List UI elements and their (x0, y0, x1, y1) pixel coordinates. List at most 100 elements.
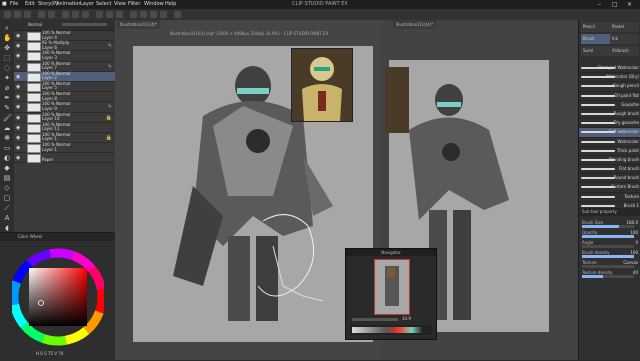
reference-image-2[interactable] (385, 67, 409, 133)
property-row[interactable]: Brush density 100 (579, 250, 640, 260)
eye-icon[interactable]: ◉ (16, 155, 20, 161)
zoom-icon[interactable]: ⌕ (3, 24, 11, 32)
property-row[interactable]: Texture density 40 (579, 270, 640, 280)
transform-icon[interactable] (82, 11, 89, 18)
menu-filter[interactable]: Filter (128, 1, 140, 7)
property-slider[interactable] (582, 265, 634, 268)
deselect-icon[interactable] (96, 11, 103, 18)
eye-icon[interactable]: ◉ (16, 94, 20, 100)
select-icon[interactable]: ⬚ (3, 54, 11, 62)
eye-icon[interactable]: ◉ (16, 145, 20, 151)
eye-icon[interactable]: ◉ (16, 104, 20, 110)
property-slider[interactable] (582, 275, 634, 278)
menu-select[interactable]: Select (96, 1, 111, 7)
app-icon[interactable]: ■ (2, 1, 7, 7)
menu-layer[interactable]: Layer (80, 1, 94, 7)
palette-swatches[interactable] (352, 327, 422, 333)
property-row[interactable]: Brush Size 180.0 (579, 220, 640, 230)
brush-item[interactable]: Oil paint flat (579, 92, 640, 101)
fill-bucket-icon[interactable]: ◆ (3, 164, 11, 172)
blend-icon[interactable]: ◐ (3, 154, 11, 162)
brush-item[interactable]: Rough pencil (579, 82, 640, 92)
fill-icon[interactable] (72, 11, 79, 18)
figure-icon[interactable]: ◇ (3, 184, 11, 192)
blend-mode-select[interactable]: Normal (28, 22, 42, 27)
property-slider[interactable] (582, 245, 634, 248)
navigator-preview[interactable] (374, 259, 410, 315)
brush-item[interactable]: Gouache (579, 101, 640, 110)
eye-icon[interactable]: ◉ (16, 115, 20, 121)
gradient-icon[interactable]: ▤ (3, 174, 11, 182)
layer-row[interactable]: ◉ 100 % Normal Layer 1 (14, 142, 115, 154)
brush-item[interactable]: Soft watercolor (579, 128, 640, 138)
property-slider[interactable] (582, 225, 634, 228)
property-slider[interactable] (582, 255, 634, 258)
magic-wand-icon[interactable]: ✦ (3, 74, 11, 82)
eye-icon[interactable]: ◉ (16, 84, 20, 90)
eye-icon[interactable]: ◉ (16, 74, 20, 80)
eye-icon[interactable]: ◉ (16, 43, 20, 49)
document-tab-2[interactable]: Illustration2(1)(4)* (393, 20, 437, 29)
open-file-icon[interactable] (14, 11, 21, 18)
close-icon[interactable]: ✕ (627, 1, 632, 8)
brush-item[interactable]: Flat brush (579, 165, 640, 175)
brush-item[interactable]: Round brush (579, 174, 640, 184)
property-row[interactable]: Texture Canvas (579, 260, 640, 270)
menu-help[interactable]: Help (165, 1, 176, 7)
menu-view[interactable]: View (114, 1, 126, 7)
brush-icon[interactable]: 🖌 (3, 114, 12, 122)
hand-icon[interactable]: ✋ (3, 34, 12, 42)
invert-selection-icon[interactable] (106, 11, 113, 18)
eye-icon[interactable]: ◉ (16, 125, 20, 131)
eye-icon[interactable]: ◉ (16, 135, 20, 141)
color-wheel[interactable] (12, 245, 104, 349)
property-row[interactable]: Angle 0 (579, 240, 640, 250)
property-row[interactable]: Opacity 100 (579, 230, 640, 240)
snap-grid-icon[interactable] (150, 11, 157, 18)
sub-tool-tab[interactable]: Pencil (581, 22, 610, 32)
sub-tool-tab[interactable]: Sumi (581, 46, 610, 56)
menu-edit[interactable]: Edit (25, 1, 35, 7)
brush-item[interactable]: Texture (579, 193, 640, 202)
ruler-icon[interactable]: ⟋ (3, 204, 11, 212)
menu-animation[interactable]: Animation (56, 1, 82, 7)
sub-tool-tab[interactable]: Airbrush (610, 46, 639, 56)
minimize-icon[interactable]: – (598, 1, 601, 8)
reference-image-1[interactable] (291, 48, 353, 122)
eye-icon[interactable]: ◉ (16, 33, 20, 39)
save-icon[interactable] (24, 11, 31, 18)
new-file-icon[interactable] (4, 11, 11, 18)
undo-icon[interactable] (38, 11, 45, 18)
snap-ruler-icon[interactable] (140, 11, 147, 18)
pencil-icon[interactable]: ✎ (3, 104, 11, 112)
property-slider[interactable] (582, 235, 634, 238)
color-set-palette[interactable] (350, 325, 432, 335)
eraser-icon[interactable]: ▭ (3, 144, 11, 152)
brush-item[interactable]: Dry gouache (579, 119, 640, 129)
lasso-icon[interactable]: ◌ (3, 64, 11, 72)
snap-perspective-icon[interactable] (160, 11, 167, 18)
decoration-icon[interactable]: ❋ (3, 134, 11, 142)
document-tab-1[interactable]: Illustration2(1)(4)* (117, 20, 161, 29)
brush-item[interactable]: Custom Brush (579, 183, 640, 193)
move-icon[interactable]: ✥ (3, 44, 11, 52)
balloon-icon[interactable]: ◖ (3, 224, 11, 232)
redo-icon[interactable] (48, 11, 55, 18)
navigator-zoom-slider[interactable] (352, 318, 398, 321)
text-icon[interactable]: A (3, 214, 11, 222)
pen-icon[interactable]: ✒ (3, 94, 11, 102)
airbrush-icon[interactable]: ☁ (3, 124, 11, 132)
color-swatch-icon[interactable] (174, 11, 181, 18)
clear-icon[interactable] (62, 11, 69, 18)
layer-row[interactable]: ◉ Paper (14, 153, 115, 164)
show-selection-icon[interactable] (130, 11, 137, 18)
brush-item[interactable]: Watercolor (Dry) (579, 73, 640, 83)
eyedropper-icon[interactable]: ⌀ (3, 84, 11, 92)
maximize-icon[interactable]: □ (612, 1, 618, 8)
opacity-slider[interactable] (62, 23, 107, 26)
brush-item[interactable]: Blending brush (579, 156, 640, 166)
sub-tool-tab[interactable]: Ink (610, 34, 639, 44)
sub-tool-tab[interactable]: Brush (581, 34, 610, 44)
eye-icon[interactable]: ◉ (16, 53, 20, 59)
frame-icon[interactable]: ▢ (3, 194, 11, 202)
